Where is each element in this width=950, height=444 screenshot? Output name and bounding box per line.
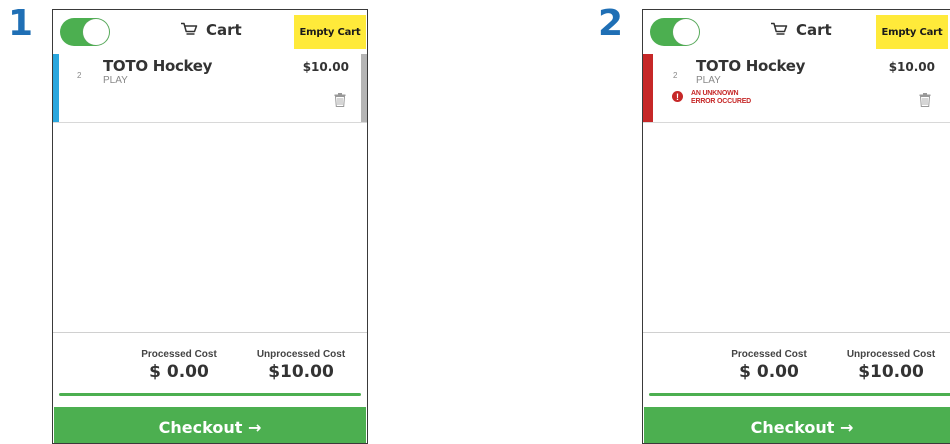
checkout-button[interactable]: Checkout →	[54, 407, 366, 443]
cart-icon	[771, 22, 788, 35]
unprocessed-cost-label: Unprocessed Cost	[846, 349, 936, 360]
empty-cart-button[interactable]: Empty Cart	[294, 15, 366, 49]
item-status-stripe	[53, 54, 59, 122]
processed-cost-value: $ 0.00	[739, 362, 799, 382]
unprocessed-cost-label: Unprocessed Cost	[256, 349, 346, 360]
step-number: 1	[8, 3, 34, 44]
cart-title-label: Cart	[796, 21, 832, 39]
summary-divider	[59, 393, 361, 396]
error-message: AN UNKNOWN ERROR OCCURED	[691, 90, 752, 105]
unprocessed-cost: Unprocessed Cost $10.00	[236, 349, 366, 382]
toggle-switch[interactable]	[60, 18, 110, 46]
cart-icon	[181, 22, 198, 35]
cost-summary: Processed Cost $ 0.00 Unprocessed Cost $…	[53, 332, 367, 396]
processed-cost-label: Processed Cost	[731, 349, 807, 360]
item-quantity: 2	[77, 71, 82, 80]
item-price: $10.00	[302, 60, 349, 74]
item-price: $10.00	[888, 60, 935, 74]
cart-item[interactable]: 2 TOTO Hockey PLAY $10.00	[53, 54, 367, 123]
item-error: ! AN UNKNOWN ERROR OCCURED	[672, 90, 761, 106]
processed-cost-value: $ 0.00	[149, 362, 209, 382]
error-icon: !	[672, 91, 683, 102]
item-type: PLAY	[103, 75, 128, 86]
item-quantity: 2	[673, 71, 678, 80]
processed-cost: Processed Cost $ 0.00	[111, 349, 247, 382]
unprocessed-cost-value: $10.00	[268, 362, 334, 382]
cart-item[interactable]: 2 TOTO Hockey PLAY $10.00 ! AN UNKNOWN E…	[643, 54, 950, 123]
cart-screen: Cart Empty Cart 2 TOTO Hockey PLAY $10.0…	[642, 9, 950, 444]
checkout-button[interactable]: Checkout →	[644, 407, 950, 443]
summary-divider	[649, 393, 950, 396]
item-name: TOTO Hockey	[696, 57, 806, 75]
toggle-switch[interactable]	[650, 18, 700, 46]
trash-icon[interactable]	[919, 93, 931, 107]
toggle-knob	[83, 19, 109, 45]
item-scrollbar	[361, 54, 367, 122]
cart-title: Cart	[770, 21, 832, 39]
cart-header: Cart Empty Cart	[53, 10, 367, 54]
item-status-stripe	[643, 54, 653, 122]
cart-header: Cart Empty Cart	[643, 10, 950, 54]
processed-cost: Processed Cost $ 0.00	[701, 349, 837, 382]
item-name: TOTO Hockey	[103, 57, 213, 75]
cart-screen: Cart Empty Cart 2 TOTO Hockey PLAY $10.0…	[52, 9, 368, 444]
cart-title-label: Cart	[206, 21, 242, 39]
item-type: PLAY	[696, 75, 721, 86]
cost-summary: Processed Cost $ 0.00 Unprocessed Cost $…	[643, 332, 950, 396]
step-number: 2	[598, 3, 624, 44]
unprocessed-cost: Unprocessed Cost $10.00	[826, 349, 950, 382]
processed-cost-label: Processed Cost	[141, 349, 217, 360]
trash-icon[interactable]	[334, 93, 346, 107]
toggle-knob	[673, 19, 699, 45]
unprocessed-cost-value: $10.00	[858, 362, 924, 382]
cart-title: Cart	[180, 21, 242, 39]
empty-cart-button[interactable]: Empty Cart	[876, 15, 948, 49]
